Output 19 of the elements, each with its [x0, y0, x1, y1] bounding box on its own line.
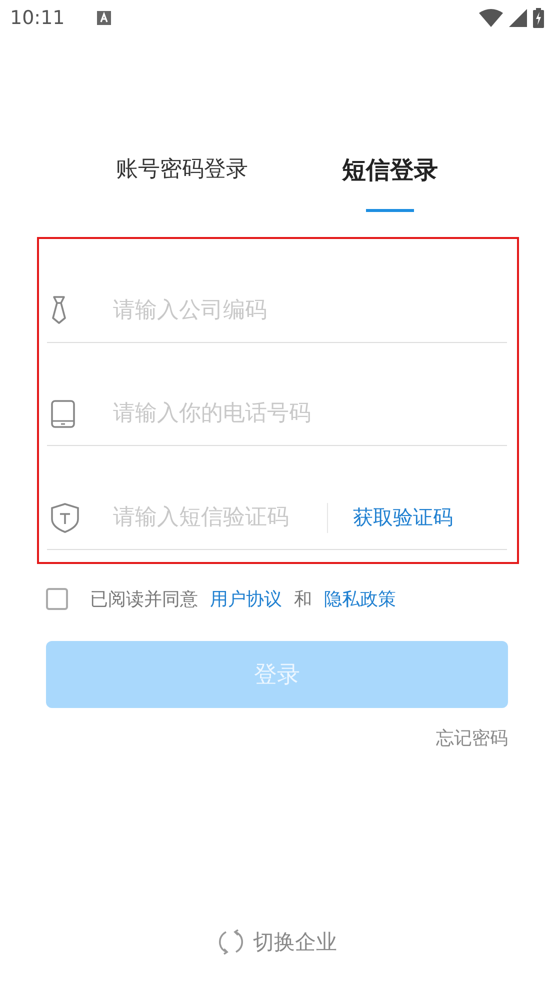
agreement-link[interactable]: 用户协议 [210, 587, 282, 611]
status-time: 10:11 [10, 7, 65, 29]
login-tab[interactable]: 账号密码登录 [116, 154, 248, 212]
wifi-icon [479, 9, 503, 27]
tie-icon [51, 296, 67, 324]
agree-checkbox[interactable] [46, 588, 68, 610]
refresh-icon [217, 928, 245, 956]
agreement-text: 和 [294, 588, 312, 611]
notification-icon [96, 11, 111, 25]
forgot-password-link[interactable]: 忘记密码 [436, 726, 508, 750]
signal-icon [509, 9, 527, 27]
login-tab[interactable]: 短信登录 [342, 154, 438, 212]
battery-icon [533, 8, 544, 28]
tablet-icon [51, 400, 75, 428]
get-code-button[interactable]: 获取验证码 [328, 504, 478, 532]
agreement-link[interactable]: 隐私政策 [324, 587, 396, 611]
agreement-text: 已阅读并同意 [90, 588, 198, 611]
switch-company-button[interactable]: 切换企业 [217, 928, 337, 956]
shield-icon [51, 502, 79, 533]
